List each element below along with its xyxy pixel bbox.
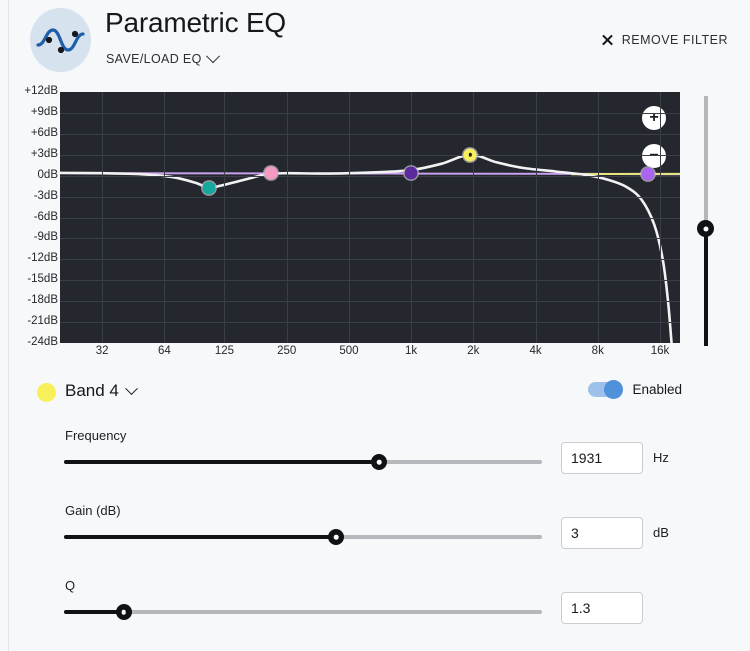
eq-wave-icon [30, 8, 91, 72]
grid-line-horizontal [60, 217, 680, 219]
x-axis-tick-label: 250 [277, 345, 297, 357]
gain-label: Gain (dB) [65, 503, 121, 518]
save-load-eq-label: SAVE/LOAD EQ [106, 52, 202, 66]
x-axis-tick-label: 64 [157, 345, 171, 357]
x-axis-labels: 32 64 125 250 500 1k 2k 4k 8k 16k [60, 345, 680, 364]
y-axis-tick-label: -15dB [27, 273, 58, 286]
gain-control-row: Gain (dB) dB [9, 503, 750, 575]
frequency-unit-label: Hz [653, 450, 669, 465]
x-axis-tick-label: 500 [339, 345, 359, 357]
frequency-slider[interactable] [64, 454, 542, 470]
band-enabled-label: Enabled [632, 382, 682, 397]
frequency-input[interactable] [561, 442, 643, 474]
band-handle-4[interactable] [463, 148, 477, 162]
band-selector-row: Band 4 Enabled [9, 375, 750, 409]
chevron-down-icon [125, 381, 138, 395]
x-axis-tick-label: 1k [405, 345, 418, 357]
q-control-row: Q [9, 578, 750, 650]
q-input[interactable] [561, 592, 643, 624]
grid-line-vertical [597, 92, 599, 343]
band-handle-2[interactable] [264, 166, 278, 180]
slider-track-fill [64, 460, 380, 464]
chevron-down-icon [205, 49, 220, 64]
slider-track-fill [64, 535, 337, 539]
vertical-slider-track-lower [704, 228, 708, 346]
y-axis-labels: +12dB +9dB +6dB +3dB 0dB -3dB -6dB -9dB -12dB -15… [9, 85, 58, 347]
y-axis-tick-label: -6dB [33, 210, 58, 223]
save-load-eq-button[interactable]: SAVE/LOAD EQ [106, 49, 220, 66]
y-axis-tick-label: +3dB [30, 147, 58, 160]
close-icon [601, 34, 613, 46]
grid-line-vertical [164, 92, 166, 343]
grid-line-vertical [348, 92, 350, 343]
vertical-slider-thumb[interactable] [697, 220, 714, 237]
grid-line-vertical [224, 92, 226, 343]
y-axis-tick-label: -18dB [27, 294, 58, 307]
gain-unit-label: dB [653, 525, 669, 540]
graph-vertical-zoom-slider[interactable] [697, 96, 715, 346]
y-axis-tick-label: +12dB [24, 85, 58, 97]
band-handle-1[interactable] [202, 181, 216, 195]
grid-line-vertical [102, 92, 104, 343]
grid-line-vertical [411, 92, 413, 343]
grid-line-horizontal [60, 112, 680, 114]
eq-graph: +12dB +9dB +6dB +3dB 0dB -3dB -6dB -9dB -12dB -15… [9, 85, 750, 366]
frequency-label: Frequency [65, 428, 127, 443]
toggle-knob [604, 380, 624, 399]
response-curve [60, 153, 673, 343]
y-axis-tick-label: -12dB [27, 252, 58, 265]
y-axis-tick-label: +9dB [30, 105, 58, 118]
y-axis-tick-label: -3dB [33, 189, 58, 202]
grid-line-vertical [473, 92, 475, 343]
band-enabled-toggle[interactable] [588, 380, 624, 399]
eq-plot-area[interactable]: + − [60, 92, 680, 343]
header: Parametric EQ SAVE/LOAD EQ REMOVE FILTER [9, 0, 750, 82]
q-label: Q [65, 578, 76, 593]
parametric-eq-panel: Parametric EQ SAVE/LOAD EQ REMOVE FILTER… [0, 0, 750, 651]
band-enabled-toggle-group[interactable]: Enabled [588, 380, 682, 399]
grid-line-horizontal [60, 280, 680, 282]
remove-filter-label: REMOVE FILTER [621, 33, 728, 47]
grid-line-horizontal [60, 175, 680, 177]
band-handle-5[interactable] [641, 167, 655, 181]
q-slider-thumb[interactable] [115, 604, 132, 620]
frequency-control-row: Frequency Hz [9, 428, 750, 500]
grid-line-horizontal [60, 259, 680, 261]
band-selector-dropdown[interactable]: Band 4 [65, 381, 138, 401]
frequency-slider-thumb[interactable] [371, 454, 388, 470]
y-axis-tick-label: -21dB [27, 315, 58, 328]
x-axis-tick-label: 2k [467, 345, 480, 357]
page-title: Parametric EQ [105, 7, 286, 38]
x-axis-tick-label: 8k [591, 345, 604, 357]
y-axis-tick-label: -24dB [27, 336, 58, 348]
y-axis-tick-label: 0dB [37, 168, 58, 181]
vertical-slider-track-upper [704, 96, 708, 228]
grid-line-horizontal [60, 154, 680, 156]
gain-slider[interactable] [64, 529, 542, 545]
band-handle-3[interactable] [404, 166, 418, 180]
gain-slider-thumb[interactable] [328, 529, 345, 545]
y-axis-tick-label: +6dB [30, 126, 58, 139]
remove-filter-button[interactable]: REMOVE FILTER [601, 33, 728, 47]
y-axis-tick-label: -9dB [33, 231, 58, 244]
x-axis-tick-label: 125 [214, 345, 235, 357]
grid-line-vertical [659, 92, 661, 343]
grid-line-horizontal [60, 133, 680, 135]
slider-track [64, 610, 542, 614]
grid-line-vertical [535, 92, 537, 343]
band-name-label: Band 4 [65, 381, 119, 400]
grid-line-horizontal [60, 238, 680, 240]
zoom-out-button[interactable]: − [642, 144, 666, 168]
grid-line-horizontal [60, 322, 680, 324]
x-axis-tick-label: 4k [529, 345, 542, 357]
band-color-swatch [37, 383, 56, 402]
gain-input[interactable] [561, 517, 643, 549]
x-axis-tick-label: 16k [650, 345, 670, 357]
q-slider[interactable] [64, 604, 542, 620]
zoom-in-button[interactable]: + [642, 106, 666, 130]
grid-line-horizontal [60, 301, 680, 303]
x-axis-tick-label: 32 [95, 345, 109, 357]
grid-line-horizontal [60, 196, 680, 198]
grid-line-vertical [286, 92, 288, 343]
